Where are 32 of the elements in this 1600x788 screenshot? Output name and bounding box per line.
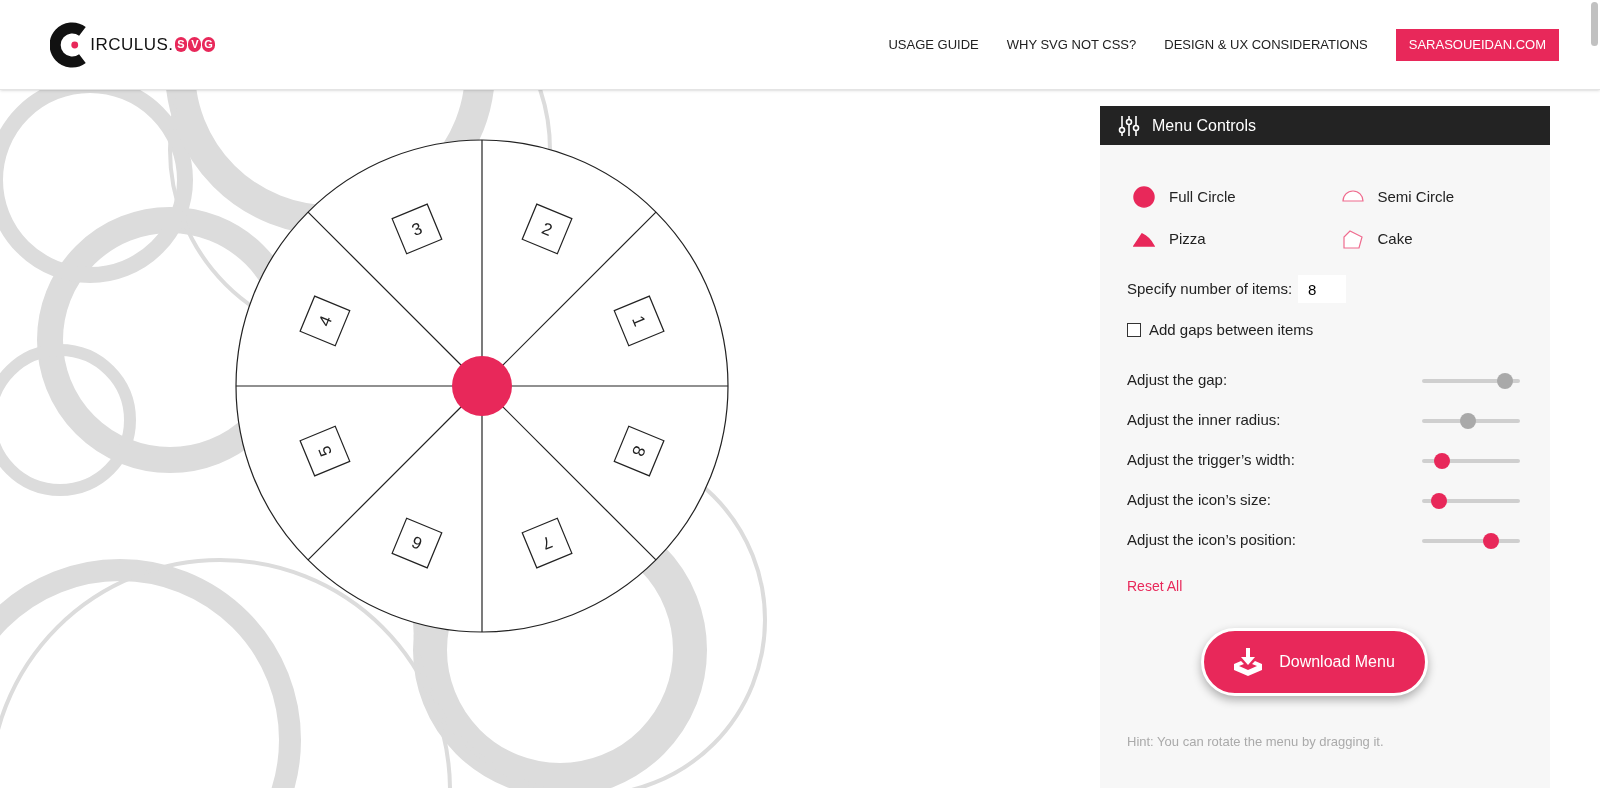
slider-label: Adjust the gap: bbox=[1127, 370, 1228, 391]
option-label[interactable]: Pizza bbox=[1169, 227, 1206, 251]
logo-letter-badge: G bbox=[202, 37, 215, 52]
slider-label: Adjust the inner radius: bbox=[1127, 410, 1281, 431]
nav-button[interactable]: SARASOUEIDAN.COM bbox=[1395, 28, 1559, 61]
item-number-box: 3 bbox=[391, 203, 443, 255]
checkbox-label: Add gaps between items bbox=[1149, 320, 1314, 340]
logo-wordmark: IRCULUS. bbox=[90, 33, 174, 56]
number-input[interactable]: 8 bbox=[1298, 275, 1347, 303]
option-label[interactable]: Semi Circle bbox=[1377, 185, 1455, 209]
hint-text: Hint: You can rotate the menu by dragging it. bbox=[1127, 732, 1385, 751]
download-button[interactable]: Download Menu bbox=[1200, 627, 1428, 696]
slider-label: Adjust the icon’s position: bbox=[1127, 530, 1296, 551]
item-number-box: 1 bbox=[613, 295, 665, 347]
panel-title: Menu Controls bbox=[1152, 115, 1257, 136]
item-number-box: 5 bbox=[299, 425, 351, 477]
option-label[interactable]: Cake bbox=[1377, 227, 1413, 251]
item-number-box: 6 bbox=[391, 517, 443, 569]
nav-link[interactable]: USAGE GUIDE bbox=[888, 34, 979, 55]
field-label: Specify number of items: bbox=[1127, 278, 1293, 299]
nav-link[interactable]: DESIGN & UX CONSIDERATIONS bbox=[1164, 34, 1368, 55]
option-label[interactable]: Full Circle bbox=[1169, 185, 1236, 209]
slider-label: Adjust the icon’s size: bbox=[1127, 490, 1271, 511]
item-number-box: 2 bbox=[521, 203, 573, 255]
item-number-box: 4 bbox=[299, 295, 351, 347]
logo-letter-badge: S bbox=[174, 37, 188, 52]
item-number-box: 8 bbox=[613, 425, 665, 477]
nav-link[interactable]: WHY SVG NOT CSS? bbox=[1006, 34, 1137, 55]
logo-letter-badge: V bbox=[188, 37, 202, 52]
item-number-box: 7 bbox=[521, 517, 573, 569]
reset-link[interactable]: Reset All bbox=[1127, 575, 1183, 597]
slider-label: Adjust the trigger’s width: bbox=[1127, 450, 1295, 471]
